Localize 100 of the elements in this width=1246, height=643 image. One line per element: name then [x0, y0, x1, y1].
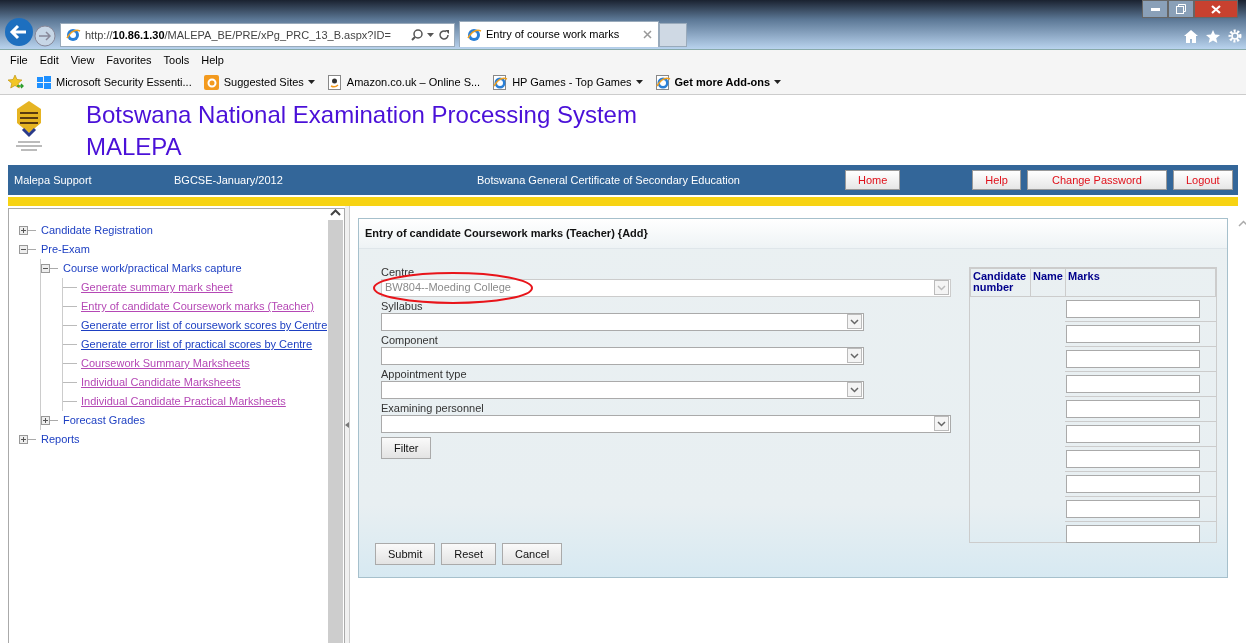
tree-link[interactable]: Individual Candidate Practical Marksheets	[81, 393, 286, 410]
close-icon	[1211, 4, 1221, 14]
settings-icon[interactable]	[1228, 29, 1242, 43]
tree-link[interactable]: Individual Candidate Marksheets	[81, 374, 241, 391]
tab-title: Entry of course work marks	[486, 27, 620, 43]
tree-item[interactable]: Course work/practical Marks capture	[63, 260, 242, 277]
marks-input[interactable]	[1066, 374, 1201, 393]
favorites-link[interactable]: Get more Add-ons	[654, 73, 782, 91]
field-label: Syllabus	[381, 298, 424, 313]
marks-input[interactable]	[1066, 299, 1201, 318]
nav-button[interactable]: Home	[844, 170, 901, 190]
restore-icon	[1176, 4, 1186, 14]
minimize-button[interactable]	[1142, 0, 1168, 18]
filter-button[interactable]: Filter	[381, 436, 432, 459]
favorites-link[interactable]: Amazon.co.uk – Online S...	[326, 73, 481, 91]
panel-title: Entry of candidate Coursework marks (Teacher) {Add}	[359, 219, 1227, 249]
browser-tab[interactable]: Entry of course work marks	[459, 21, 659, 47]
new-tab-button[interactable]	[659, 23, 687, 47]
page-title: Botswana National Examination Processing System	[86, 100, 637, 130]
tree-link[interactable]: Entry of candidate Coursework marks (Teacher)	[81, 298, 314, 315]
marks-input[interactable]	[1066, 499, 1201, 518]
menu-item[interactable]: Tools	[157, 51, 196, 69]
home-icon[interactable]	[1184, 29, 1198, 43]
marks-input[interactable]	[1066, 424, 1201, 443]
browser-icon	[492, 74, 509, 90]
page-subtitle: MALEPA	[86, 132, 183, 162]
tree-item[interactable]: Candidate Registration	[41, 222, 153, 239]
menu-item[interactable]: Help	[195, 51, 230, 69]
tree-item[interactable]: Reports	[41, 431, 80, 448]
field-label: Component	[381, 332, 439, 347]
column-header: Candidate number	[970, 268, 1031, 296]
favorites-star-icon[interactable]	[8, 75, 24, 89]
field-label: Centre	[381, 264, 416, 279]
minimize-icon	[1150, 7, 1160, 11]
address-bar[interactable]: http://10.86.1.30/MALEPA_BE/PRE/xPg_PRC_13_B.aspx?ID=	[60, 23, 455, 47]
expand-icon[interactable]	[41, 415, 59, 426]
field-label: Examining personnel	[381, 400, 485, 415]
page-icon	[326, 74, 343, 90]
dropdown-caret-icon	[937, 420, 946, 427]
suggested-sites-icon	[203, 74, 220, 90]
nav-bar-text: Malepa Support	[14, 172, 93, 188]
menu-item[interactable]: Favorites	[100, 51, 158, 69]
nav-bar-text: Botswana General Certificate of Secondary Education	[477, 172, 740, 188]
nav-button[interactable]: Logout	[1172, 170, 1233, 190]
field-label: Appointment type	[381, 366, 468, 381]
tree-item[interactable]: Forecast Grades	[63, 412, 145, 429]
marks-input[interactable]	[1066, 324, 1201, 343]
refresh-icon	[438, 29, 450, 41]
marks-input[interactable]	[1066, 449, 1201, 468]
action-button[interactable]: Reset	[441, 542, 496, 565]
dropdown-field[interactable]	[381, 414, 951, 433]
dropdown-caret-icon	[427, 33, 434, 37]
menu-item[interactable]: View	[64, 51, 101, 69]
dropdown-caret-icon	[850, 318, 859, 325]
close-button[interactable]	[1194, 0, 1238, 18]
marks-input[interactable]	[1066, 399, 1201, 418]
favorites-link[interactable]: Suggested Sites	[203, 73, 315, 91]
marks-input[interactable]	[1066, 474, 1201, 493]
back-button[interactable]	[4, 17, 34, 47]
collapse-arrow-icon[interactable]	[345, 422, 349, 428]
restore-button[interactable]	[1168, 0, 1194, 18]
dropdown-field[interactable]	[381, 346, 864, 365]
star-icon[interactable]	[1206, 29, 1220, 43]
browser-icon	[466, 26, 482, 43]
menu-item[interactable]: File	[4, 51, 34, 69]
tree-link[interactable]: Generate error list of coursework scores by Centre	[81, 317, 328, 334]
action-button[interactable]: Submit	[375, 542, 436, 565]
tree-link[interactable]: Coursework Summary Marksheets	[81, 355, 250, 372]
search-icon	[411, 29, 423, 41]
tree-link[interactable]: Generate summary mark sheet	[81, 279, 233, 296]
dropdown-caret-icon	[937, 284, 946, 291]
nav-bar-text: BGCSE-January/2012	[174, 172, 284, 188]
nav-button[interactable]: Change Password	[1026, 170, 1167, 190]
action-button[interactable]: Cancel	[502, 542, 563, 565]
marks-input[interactable]	[1066, 349, 1201, 368]
forward-button[interactable]	[34, 25, 56, 47]
scroll-up-icon[interactable]	[330, 209, 342, 216]
marks-input[interactable]	[1066, 524, 1201, 543]
windows-logo-icon	[36, 74, 52, 90]
tree-item[interactable]: Pre-Exam	[41, 241, 90, 258]
expand-icon[interactable]	[19, 434, 37, 445]
collapse-icon[interactable]	[41, 263, 59, 274]
menu-item[interactable]: Edit	[33, 51, 65, 69]
favorites-link[interactable]: Microsoft Security Essenti...	[36, 73, 192, 91]
close-icon[interactable]	[643, 30, 652, 39]
dropdown-caret-icon	[850, 352, 859, 359]
tree-link[interactable]: Generate error list of practical scores by Centre	[81, 336, 313, 353]
collapse-icon[interactable]	[19, 244, 37, 255]
dropdown-field[interactable]	[381, 380, 864, 399]
browser-icon	[654, 74, 671, 90]
expand-icon[interactable]	[19, 225, 37, 236]
dropdown-caret-icon	[850, 386, 859, 393]
dropdown-field: BW804--Moeding College	[381, 278, 951, 297]
column-header: Name	[1030, 268, 1066, 296]
favorites-link[interactable]: HP Games - Top Games	[492, 73, 643, 91]
nav-button[interactable]: Help	[972, 170, 1021, 190]
browser-icon	[65, 27, 81, 43]
dropdown-field[interactable]	[381, 312, 864, 331]
address-text: http://10.86.1.30/MALEPA_BE/PRE/xPg_PRC_13_B.aspx?ID=	[85, 27, 391, 43]
column-header: Marks	[1065, 268, 1216, 296]
